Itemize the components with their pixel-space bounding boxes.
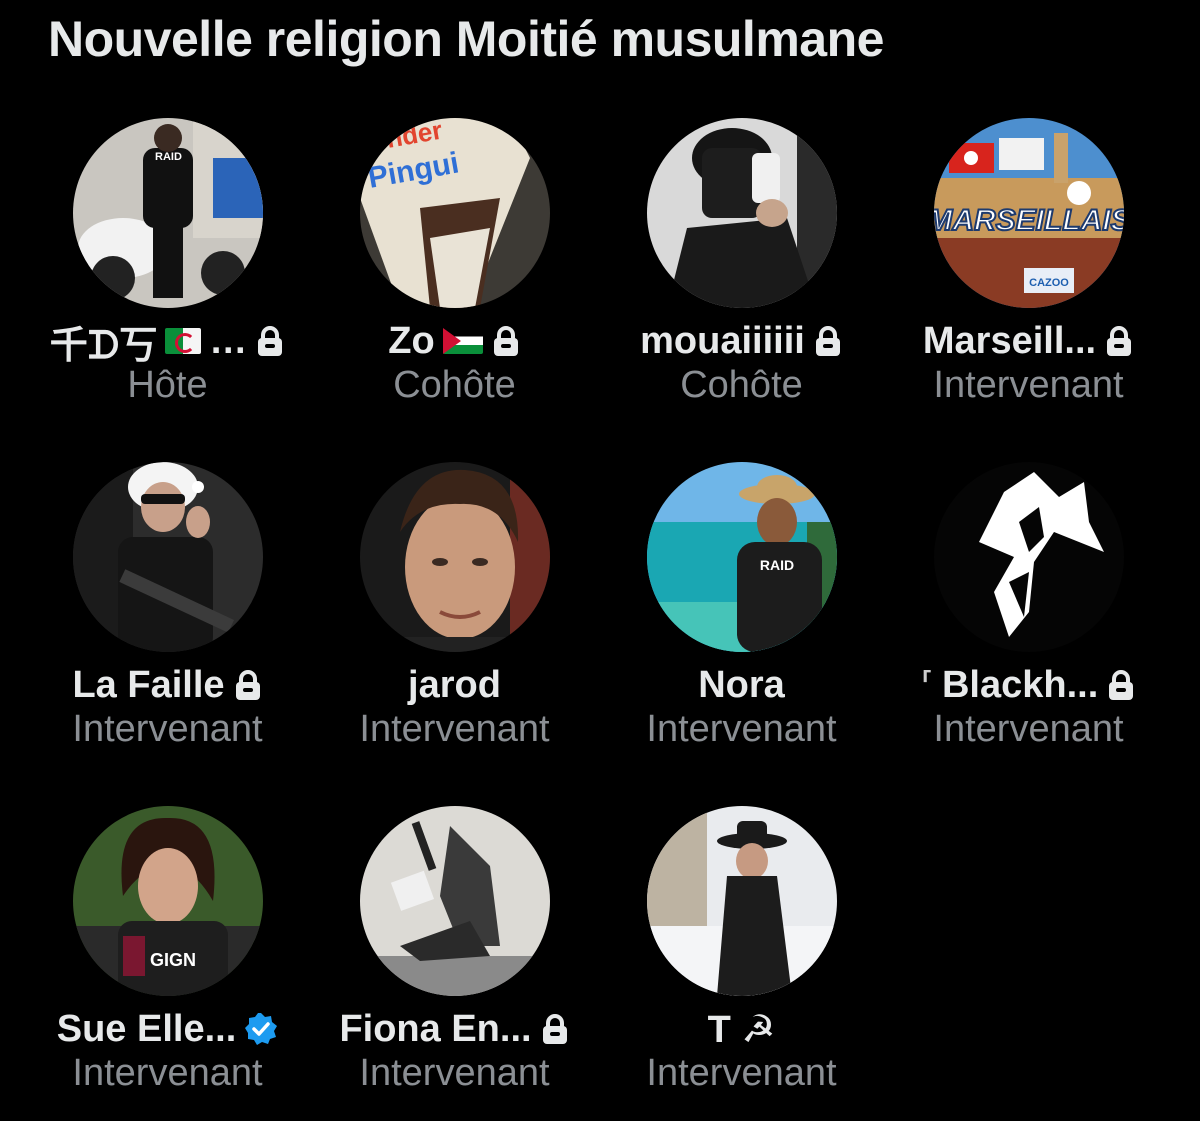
- speaker-name-row: jarod: [311, 660, 598, 710]
- avatar-image: RAID: [72, 118, 263, 308]
- speaker-tile[interactable]: GIGN Sue Elle... Intervenant: [24, 806, 311, 1095]
- speaker-name-row: Nora: [598, 660, 885, 710]
- speaker-role: Intervenant: [72, 1052, 263, 1094]
- avatar[interactable]: [359, 462, 550, 652]
- avatar-image: MARSEILLAIS CAZOO: [933, 118, 1124, 308]
- speaker-tile[interactable]: nder Pingui Zo Cohôte: [311, 118, 598, 407]
- speaker-name: Blackh...: [941, 663, 1099, 706]
- space-title: Nouvelle religion Moitié musulmane: [48, 11, 884, 67]
- speaker-tile[interactable]: RAID Nora Intervenant: [598, 462, 885, 751]
- speaker-tile[interactable]: RAID 千ᗪ丂 … Hôte: [24, 118, 311, 407]
- lock-icon: [233, 669, 263, 701]
- avatar-image: RAID: [646, 462, 837, 652]
- speaker-name: Fiona En...: [339, 1007, 532, 1050]
- avatar-image: nder Pingui: [359, 118, 550, 308]
- svg-text:GIGN: GIGN: [149, 950, 195, 970]
- speaker-name-row: Zo: [311, 316, 598, 366]
- name-ellipsis: …: [209, 319, 248, 362]
- speaker-role: Intervenant: [646, 708, 837, 750]
- speaker-role: Intervenant: [359, 708, 550, 750]
- speaker-name: Marseill...: [922, 319, 1097, 362]
- avatar[interactable]: [646, 806, 837, 996]
- speaker-role: Cohôte: [680, 364, 803, 406]
- avatar[interactable]: [359, 806, 550, 996]
- speaker-role: Intervenant: [933, 708, 1124, 750]
- lock-icon: [1104, 325, 1134, 357]
- speaker-tile[interactable]: mouaiiiiii Cohôte: [598, 118, 885, 407]
- speaker-name: Sue Elle...: [56, 1007, 237, 1050]
- svg-text:CAZOO: CAZOO: [1029, 277, 1069, 289]
- speaker-name-row: 千ᗪ丂 …: [24, 316, 311, 367]
- speaker-tile[interactable]: La Faille Intervenant: [24, 462, 311, 751]
- lock-icon: [1106, 669, 1136, 701]
- speaker-tile[interactable]: MARSEILLAIS CAZOO Marseill... Intervenan…: [885, 118, 1172, 407]
- speaker-name-row: La Faille: [24, 660, 311, 710]
- avatar[interactable]: nder Pingui: [359, 118, 550, 308]
- speaker-role: Intervenant: [933, 364, 1124, 406]
- name-prefix: ⸢: [920, 666, 934, 704]
- avatar[interactable]: GIGN: [72, 806, 263, 996]
- avatar[interactable]: MARSEILLAIS CAZOO: [933, 118, 1124, 308]
- speaker-name: Zo: [388, 319, 435, 362]
- speaker-tile[interactable]: ⸢ Blackh... Intervenant: [885, 462, 1172, 751]
- speaker-role: Intervenant: [72, 708, 263, 750]
- speaker-name-row: mouaiiiiii: [598, 316, 885, 366]
- speaker-tile[interactable]: T ☭ Intervenant: [598, 806, 885, 1095]
- speaker-name-row: T ☭: [598, 1004, 885, 1054]
- avatar-image: GIGN: [72, 806, 263, 996]
- speaker-tile[interactable]: jarod Intervenant: [311, 462, 598, 751]
- speaker-tile[interactable]: Fiona En... Intervenant: [311, 806, 598, 1095]
- speaker-name-row: Marseill...: [885, 316, 1172, 366]
- speaker-name-row: Fiona En...: [311, 1004, 598, 1054]
- avatar-image: [72, 462, 263, 652]
- speaker-name: T ☭: [707, 1008, 776, 1051]
- avatar[interactable]: [646, 118, 837, 308]
- speaker-name: Nora: [698, 663, 785, 706]
- lock-icon: [491, 325, 521, 357]
- speaker-role: Intervenant: [646, 1052, 837, 1094]
- svg-text:MARSEILLAIS: MARSEILLAIS: [934, 204, 1124, 237]
- lock-icon: [540, 1013, 570, 1045]
- speaker-name-row: Sue Elle...: [24, 1004, 311, 1054]
- avatar-image: [359, 462, 550, 652]
- avatar-image: [359, 806, 550, 996]
- lock-icon: [255, 325, 285, 357]
- speaker-name: La Faille: [72, 663, 225, 706]
- speaker-name: 千ᗪ丂: [49, 324, 158, 367]
- speaker-name: mouaiiiiii: [640, 319, 805, 362]
- avatar[interactable]: RAID: [72, 118, 263, 308]
- speaker-role: Hôte: [127, 364, 208, 406]
- svg-text:RAID: RAID: [155, 151, 182, 163]
- avatar-image: [646, 806, 837, 996]
- speaker-name: jarod: [408, 663, 501, 706]
- svg-text:RAID: RAID: [759, 557, 793, 573]
- speaker-role: Intervenant: [359, 1052, 550, 1094]
- avatar-image: [933, 462, 1124, 652]
- avatar-image: [646, 118, 837, 308]
- lock-icon: [813, 325, 843, 357]
- verified-badge-icon: [244, 1012, 278, 1046]
- palestine-flag-icon: [442, 328, 483, 354]
- avatar[interactable]: RAID: [646, 462, 837, 652]
- speaker-role: Cohôte: [393, 364, 516, 406]
- avatar[interactable]: [72, 462, 263, 652]
- speaker-name-row: ⸢ Blackh...: [885, 660, 1172, 710]
- avatar[interactable]: [933, 462, 1124, 652]
- algeria-flag-icon: [165, 328, 202, 354]
